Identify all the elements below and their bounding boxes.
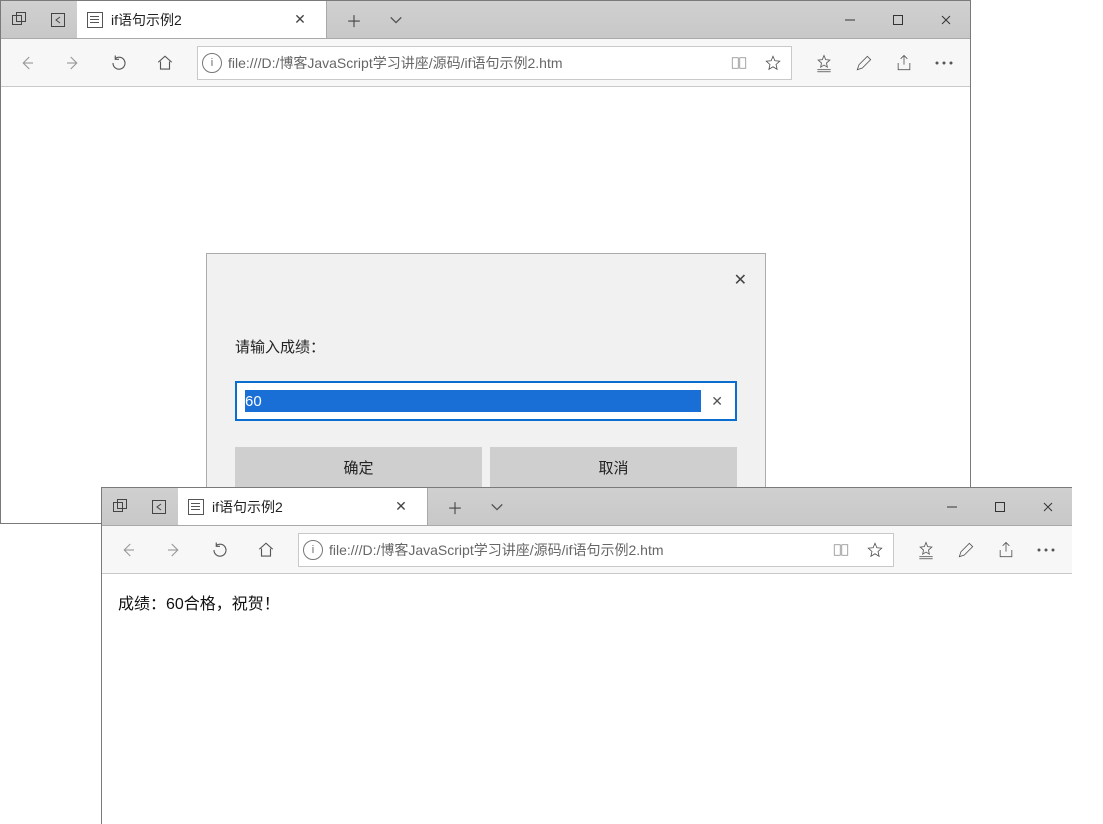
prompt-label: 请输入成绩：	[235, 336, 737, 357]
favorite-icon[interactable]	[759, 54, 787, 72]
page-content: ✕ 请输入成绩： ✕ 确定 取消	[1, 87, 970, 523]
prompt-input[interactable]	[245, 390, 701, 412]
tab-title: if语句示例2	[111, 10, 278, 30]
ok-button[interactable]: 确定	[235, 447, 482, 487]
toolbar-right	[906, 540, 1066, 560]
prompt-input-wrap: ✕	[235, 381, 737, 421]
reading-view-icon[interactable]	[827, 541, 855, 559]
site-info-icon[interactable]: i	[303, 540, 323, 560]
titlebar-left	[1, 1, 77, 38]
prompt-dialog: ✕ 请输入成绩： ✕ 确定 取消	[206, 253, 766, 514]
titlebar: if语句示例2 ✕ ＋	[102, 488, 1072, 526]
maximize-button[interactable]	[874, 1, 922, 38]
tab-close-button[interactable]: ✕	[286, 11, 314, 28]
tab-menu-button[interactable]	[375, 13, 417, 27]
tab-menu-button[interactable]	[476, 500, 518, 514]
input-clear-icon[interactable]: ✕	[707, 393, 727, 410]
address-bar[interactable]: i file:///D:/博客JavaScript学习讲座/源码/if语句示例2…	[298, 533, 894, 567]
tab-actions-icon[interactable]	[1, 12, 39, 28]
tab-title: if语句示例2	[212, 497, 379, 517]
page-content: 成绩：60合格，祝贺！	[102, 574, 1072, 824]
set-aside-icon[interactable]	[39, 12, 77, 28]
home-button[interactable]	[246, 530, 286, 570]
dialog-buttons: 确定 取消	[235, 447, 737, 487]
dialog-close-button[interactable]: ✕	[734, 270, 747, 290]
close-window-button[interactable]	[1024, 488, 1072, 525]
window-controls	[928, 488, 1072, 525]
minimize-button[interactable]	[826, 1, 874, 38]
browser-window-2: if语句示例2 ✕ ＋ i file:///D:/博客JavaScript学习讲…	[101, 487, 1072, 824]
maximize-button[interactable]	[976, 488, 1024, 525]
tab-actions-icon[interactable]	[102, 499, 140, 515]
close-window-button[interactable]	[922, 1, 970, 38]
page-icon	[87, 12, 103, 28]
new-tab-button[interactable]: ＋	[434, 495, 476, 519]
back-button[interactable]	[108, 530, 148, 570]
browser-window-1: if语句示例2 ✕ ＋ i file:///D:/博客JavaScript学习讲…	[0, 0, 971, 524]
notes-icon[interactable]	[844, 53, 884, 73]
forward-button[interactable]	[154, 530, 194, 570]
refresh-button[interactable]	[99, 43, 139, 83]
titlebar-tab-controls: ＋	[333, 1, 417, 38]
site-info-icon[interactable]: i	[202, 53, 222, 73]
address-bar[interactable]: i file:///D:/博客JavaScript学习讲座/源码/if语句示例2…	[197, 46, 792, 80]
refresh-button[interactable]	[200, 530, 240, 570]
reading-view-icon[interactable]	[725, 54, 753, 72]
active-tab[interactable]: if语句示例2 ✕	[178, 488, 428, 525]
active-tab[interactable]: if语句示例2 ✕	[77, 1, 327, 38]
titlebar: if语句示例2 ✕ ＋	[1, 1, 970, 39]
toolbar: i file:///D:/博客JavaScript学习讲座/源码/if语句示例2…	[1, 39, 970, 87]
titlebar-tab-controls: ＋	[434, 488, 518, 525]
titlebar-left	[102, 488, 178, 525]
more-icon[interactable]	[1026, 547, 1066, 553]
toolbar-right	[804, 53, 964, 73]
set-aside-icon[interactable]	[140, 499, 178, 515]
favorite-icon[interactable]	[861, 541, 889, 559]
notes-icon[interactable]	[946, 540, 986, 560]
cancel-button[interactable]: 取消	[490, 447, 737, 487]
result-text: 成绩：60合格，祝贺！	[118, 590, 1056, 614]
window-controls	[826, 1, 970, 38]
share-icon[interactable]	[884, 53, 924, 73]
url-text: file:///D:/博客JavaScript学习讲座/源码/if语句示例2.h…	[228, 53, 719, 73]
home-button[interactable]	[145, 43, 185, 83]
toolbar: i file:///D:/博客JavaScript学习讲座/源码/if语句示例2…	[102, 526, 1072, 574]
url-text: file:///D:/博客JavaScript学习讲座/源码/if语句示例2.h…	[329, 540, 821, 560]
minimize-button[interactable]	[928, 488, 976, 525]
page-icon	[188, 499, 204, 515]
favorites-list-icon[interactable]	[906, 540, 946, 560]
back-button[interactable]	[7, 43, 47, 83]
forward-button[interactable]	[53, 43, 93, 83]
tab-close-button[interactable]: ✕	[387, 498, 415, 515]
share-icon[interactable]	[986, 540, 1026, 560]
new-tab-button[interactable]: ＋	[333, 8, 375, 32]
more-icon[interactable]	[924, 60, 964, 66]
favorites-list-icon[interactable]	[804, 53, 844, 73]
